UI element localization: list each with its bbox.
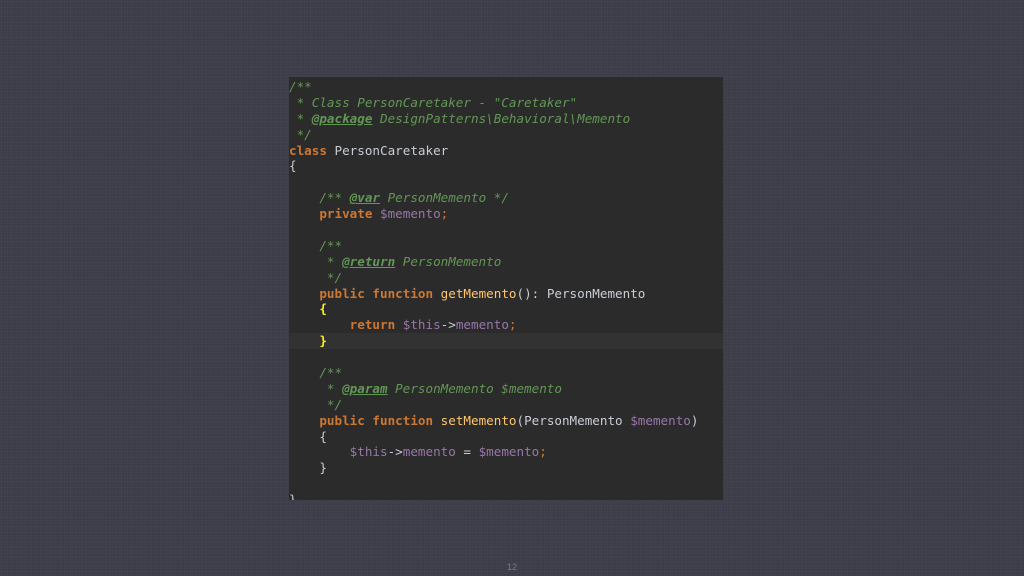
arrow-operator: -> xyxy=(387,444,403,460)
code-line-15: { xyxy=(289,301,723,317)
keyword-return: return xyxy=(289,317,403,333)
code-line-24: $this->memento = $memento; xyxy=(289,444,723,460)
property-memento: $memento xyxy=(380,206,441,222)
doc-comment-text: Class PersonCaretaker - "Caretaker" xyxy=(311,94,578,110)
code-line-6: { xyxy=(289,158,723,174)
variable-this: $this xyxy=(289,444,388,460)
code-line-11: /** xyxy=(289,238,723,254)
keyword-private: private xyxy=(289,206,380,222)
code-line-21: */ xyxy=(289,397,723,413)
doc-comment-close: */ xyxy=(289,396,343,412)
code-line-9: private $memento; xyxy=(289,206,723,222)
keyword-public-function: public function xyxy=(289,285,441,301)
doc-comment-open: /** xyxy=(289,365,343,381)
code-line-8: /** @var PersonMemento */ xyxy=(289,190,723,206)
function-signature: (): PersonMemento xyxy=(516,285,646,301)
function-name-getmemento: getMemento xyxy=(440,285,517,301)
doc-comment-text: DesignPatterns\Behavioral\Memento xyxy=(372,110,631,126)
doc-comment-text: PersonMemento */ xyxy=(380,190,509,206)
function-params-close: ) xyxy=(690,412,699,428)
doc-tag-return: @return xyxy=(342,253,396,269)
method-open-brace: { xyxy=(289,428,327,444)
doc-comment-text: PersonMemento xyxy=(395,253,502,269)
doc-tag-var: @var xyxy=(349,190,381,206)
doc-comment-open: /** xyxy=(289,79,312,94)
keyword-public-function: public function xyxy=(289,412,441,428)
code-line-12: * @return PersonMemento xyxy=(289,254,723,270)
code-line-16: return $this->memento; xyxy=(289,317,723,333)
code-line-27: } xyxy=(289,492,723,500)
semicolon: ; xyxy=(440,206,449,222)
doc-comment-close: */ xyxy=(289,269,343,285)
doc-tag-param: @param xyxy=(342,380,388,396)
class-open-brace: { xyxy=(289,158,297,174)
doc-comment-open: /** xyxy=(289,190,350,206)
code-line-14: public function getMemento(): PersonMeme… xyxy=(289,286,723,302)
slide-page-number: 12 xyxy=(506,562,517,572)
matched-brace-close: } xyxy=(319,333,327,349)
code-line-22: public function setMemento(PersonMemento… xyxy=(289,413,723,429)
code-line-1: /** xyxy=(289,79,723,95)
code-editor[interactable]: /** * Class PersonCaretaker - "Caretaker… xyxy=(289,77,723,500)
code-line-13: */ xyxy=(289,270,723,286)
code-line-20: * @param PersonMemento $memento xyxy=(289,381,723,397)
doc-comment-open: /** xyxy=(289,237,343,253)
property-memento: memento xyxy=(402,444,456,460)
code-line-17-current: } xyxy=(289,333,723,350)
doc-comment-text: PersonMemento $memento xyxy=(387,380,562,396)
doc-comment-star: * xyxy=(289,253,343,269)
property-memento: memento xyxy=(455,317,509,333)
function-name-setmemento: setMemento xyxy=(440,412,517,428)
class-close-brace: } xyxy=(289,492,297,500)
code-line-23: { xyxy=(289,429,723,445)
doc-comment-star: * xyxy=(289,94,312,110)
matched-brace-open: { xyxy=(319,301,327,317)
semicolon: ; xyxy=(508,317,517,333)
class-name: PersonCaretaker xyxy=(326,142,449,158)
code-line-3: * @package DesignPatterns\Behavioral\Mem… xyxy=(289,111,723,127)
code-line-19: /** xyxy=(289,365,723,381)
code-line-4: */ xyxy=(289,127,723,143)
doc-comment-close: */ xyxy=(289,126,312,142)
param-memento: $memento xyxy=(630,412,691,428)
function-params-open: (PersonMemento xyxy=(516,412,631,428)
code-block: /** * Class PersonCaretaker - "Caretaker… xyxy=(289,79,723,500)
variable-this: $this xyxy=(402,317,441,333)
param-memento: $memento xyxy=(478,444,540,460)
semicolon: ; xyxy=(539,444,547,460)
code-line-2: * Class PersonCaretaker - "Caretaker" xyxy=(289,95,723,111)
arrow-operator: -> xyxy=(440,317,456,333)
keyword-class: class xyxy=(289,142,327,158)
assign-operator: = xyxy=(455,444,479,460)
doc-comment-star: * xyxy=(289,380,343,396)
doc-tag-package: @package xyxy=(311,110,373,126)
method-close-brace: } xyxy=(289,460,327,476)
code-line-25: } xyxy=(289,460,723,476)
doc-comment-star: * xyxy=(289,110,312,126)
code-line-5: class PersonCaretaker xyxy=(289,143,723,159)
